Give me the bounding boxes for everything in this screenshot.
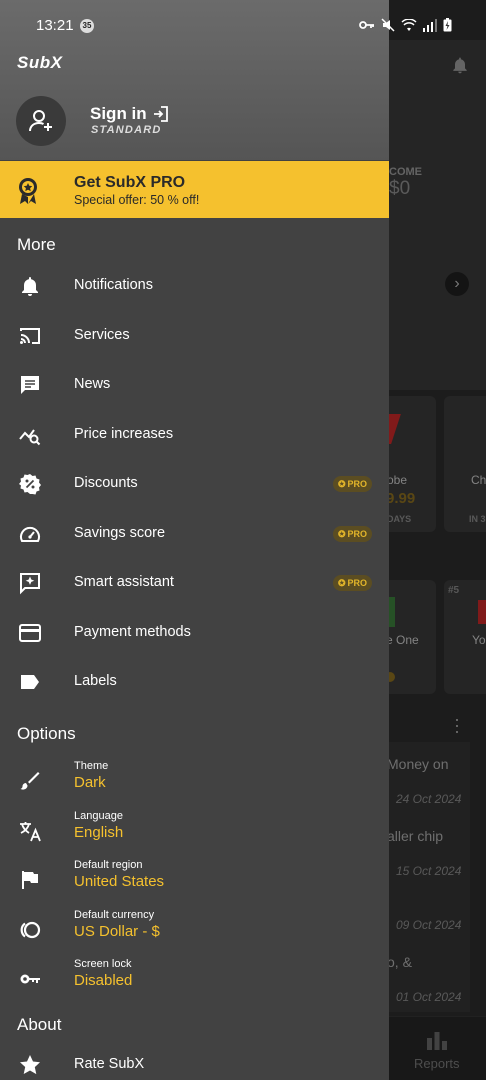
option-value: Disabled [74, 972, 133, 989]
key-icon [20, 974, 40, 984]
pro-badge: ✪ PRO [333, 526, 373, 542]
award-small-icon: ✪ [338, 479, 346, 489]
currency-icon [20, 921, 41, 939]
section-more: More [17, 235, 56, 254]
notification-count-badge: 35 [80, 19, 94, 33]
menu-item-payment-methods[interactable]: Payment methods [0, 609, 389, 657]
menu-item-label: Smart assistant [74, 574, 174, 590]
option-theme[interactable]: Theme Dark [0, 757, 389, 805]
battery-charging-icon [443, 18, 452, 32]
menu-item-label: Discounts [74, 475, 138, 491]
gauge-icon [20, 526, 40, 542]
award-badge-icon [19, 178, 37, 204]
option-label: Screen lock [74, 958, 132, 970]
star-icon [20, 1055, 40, 1075]
award-small-icon: ✪ [338, 529, 346, 539]
plan-label: STANDARD [91, 124, 162, 136]
section-options: Options [17, 724, 76, 743]
menu-item-price-increases[interactable]: Price increases [0, 411, 389, 459]
pro-badge-label: PRO [347, 529, 368, 539]
avatar[interactable] [16, 96, 66, 146]
flag-icon [22, 871, 38, 889]
cast-icon [20, 328, 40, 344]
section-about: About [17, 1015, 62, 1034]
navigation-drawer: SubX Sign in STANDARD Get SubX PRO Speci… [0, 0, 389, 1080]
menu-item-label: Services [74, 327, 130, 343]
menu-item-notifications[interactable]: Notifications [0, 262, 389, 310]
menu-item-services[interactable]: Services [0, 312, 389, 360]
brush-icon [20, 772, 40, 790]
sign-in-button[interactable]: Sign in [90, 104, 169, 124]
option-value: Dark [74, 774, 106, 791]
label-icon [21, 675, 39, 689]
pro-badge: ✪ PRO [333, 476, 373, 492]
wifi-icon [401, 18, 417, 31]
chart-search-icon [19, 429, 41, 446]
chat-icon [21, 376, 39, 394]
promo-subtitle: Special offer: 50 % off! [74, 193, 200, 207]
menu-item-discounts[interactable]: Discounts ✪ PRO [0, 460, 389, 508]
option-label: Theme [74, 760, 109, 772]
menu-item-rate-subx[interactable]: Rate SubX [0, 1041, 389, 1080]
menu-item-smart-assistant[interactable]: Smart assistant ✪ PRO [0, 559, 389, 607]
pro-badge-label: PRO [347, 479, 368, 489]
option-label: Default currency [74, 909, 155, 921]
app-logo: SubX [17, 53, 63, 72]
option-value: US Dollar - $ [74, 923, 160, 940]
status-time: 13:21 [36, 17, 74, 34]
option-value: United States [74, 873, 165, 890]
option-label: Default region [74, 859, 143, 871]
option-label: Language [74, 810, 123, 822]
option-default-region[interactable]: Default region United States [0, 856, 389, 904]
sign-in-label: Sign in [90, 104, 147, 123]
status-icons [359, 18, 452, 32]
sparkle-chat-icon [20, 573, 40, 595]
signal-icon [423, 18, 437, 32]
pro-badge: ✪ PRO [333, 575, 373, 591]
menu-item-label: News [74, 376, 111, 392]
translate-icon [20, 822, 41, 842]
menu-item-label: Rate SubX [74, 1056, 145, 1072]
login-icon [153, 106, 168, 122]
award-small-icon: ✪ [338, 578, 346, 588]
menu-item-label: Price increases [74, 426, 174, 442]
menu-item-labels[interactable]: Labels [0, 658, 389, 706]
option-default-currency[interactable]: Default currency US Dollar - $ [0, 906, 389, 954]
mute-icon [381, 18, 395, 32]
promo-title: Get SubX PRO [74, 174, 186, 191]
option-screen-lock[interactable]: Screen lock Disabled [0, 955, 389, 1003]
pro-badge-label: PRO [347, 578, 368, 588]
percent-badge-icon [19, 474, 41, 495]
bell-icon [22, 277, 38, 296]
credit-card-icon [19, 624, 41, 642]
get-pro-banner[interactable] [0, 161, 389, 218]
menu-item-label: Savings score [74, 525, 166, 541]
option-value: English [74, 824, 124, 841]
status-bar: 13:21 35 [0, 0, 486, 40]
menu-item-label: Notifications [74, 277, 153, 293]
add-person-icon [29, 110, 52, 132]
menu-item-savings-score[interactable]: Savings score ✪ PRO [0, 510, 389, 558]
menu-item-label: Payment methods [74, 624, 191, 640]
menu-item-news[interactable]: News [0, 361, 389, 409]
option-language[interactable]: Language English [0, 807, 389, 855]
menu-item-label: Labels [74, 673, 117, 689]
vpn-key-icon [359, 21, 374, 29]
screen: COME $0 › obe 9.99 DAYS Ch IN 3 e One #5… [0, 0, 486, 1080]
